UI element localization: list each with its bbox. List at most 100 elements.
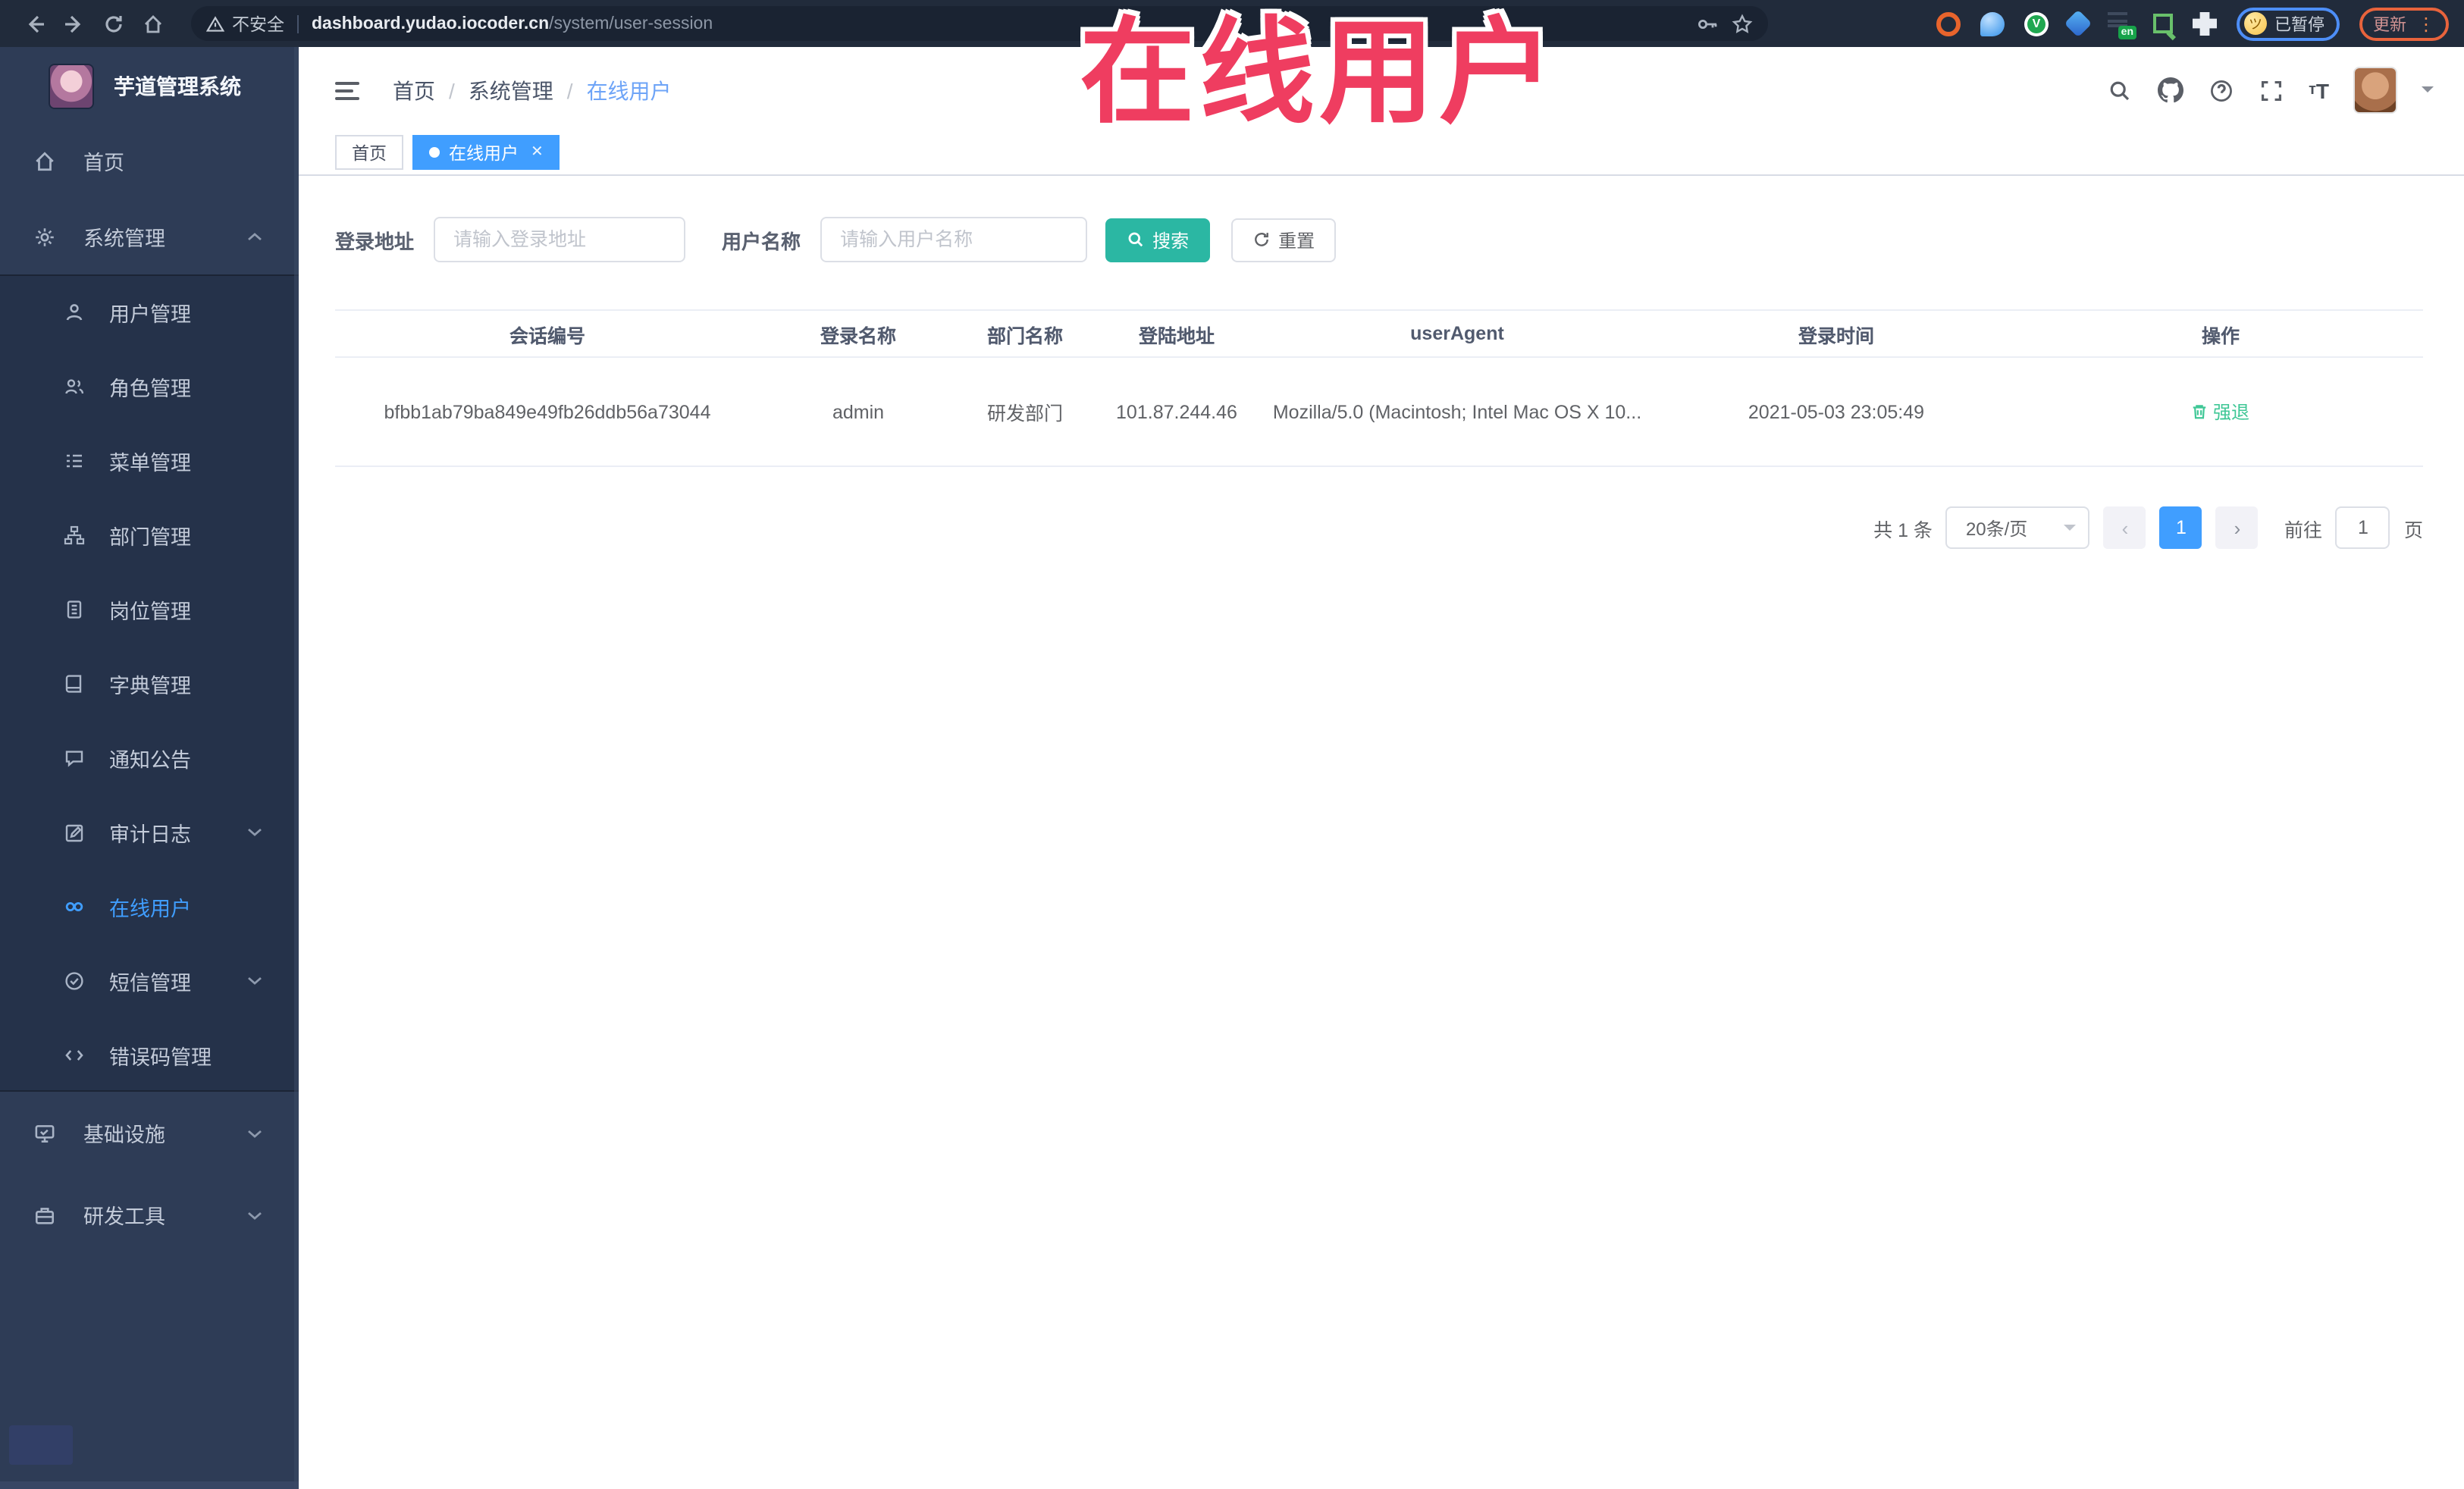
security-label[interactable]: 不安全 (232, 11, 284, 36)
col-login-name: 登录名称 (760, 309, 957, 358)
search-icon[interactable] (2107, 78, 2131, 102)
login-address-label: 登录地址 (335, 230, 415, 252)
fullscreen-icon[interactable] (2259, 78, 2283, 102)
sidebar-item-label: 字典管理 (109, 674, 191, 697)
users-icon (62, 375, 85, 397)
sidebar-item-online-users[interactable]: 在线用户 (0, 869, 299, 943)
sidebar-group-infrastructure[interactable]: 基础设施 (0, 1092, 299, 1174)
github-icon[interactable] (2157, 77, 2183, 103)
current-page-button[interactable]: 1 (2159, 506, 2202, 549)
sidebar-item-label: 首页 (83, 152, 124, 174)
goto-page-input[interactable] (2335, 506, 2390, 549)
cell-login-time: 2021-05-03 23:05:49 (1654, 357, 2018, 467)
force-logout-button[interactable]: 强退 (2192, 399, 2249, 425)
breadcrumb-system[interactable]: 系统管理 (469, 75, 553, 105)
breadcrumb-home[interactable]: 首页 (393, 75, 435, 105)
cell-user-agent: Mozilla/5.0 (Macintosh; Intel Mac OS X 1… (1260, 357, 1654, 467)
font-size-icon[interactable]: тT (2309, 78, 2329, 102)
bookmark-star-icon[interactable] (1732, 13, 1753, 34)
total-count: 共 1 条 (1873, 519, 1933, 541)
sidebar-item-post-management[interactable]: 岗位管理 (0, 572, 299, 646)
extension-translate-icon[interactable]: en (2108, 11, 2136, 39)
sidebar-item-label: 用户管理 (109, 303, 191, 325)
sidebar-group-label: 系统管理 (83, 227, 165, 250)
reset-button[interactable]: 重置 (1231, 218, 1337, 262)
breadcrumb: 首页 / 系统管理 / 在线用户 (393, 75, 672, 105)
extensions-puzzle-icon[interactable] (2193, 11, 2217, 36)
url-path: /system/user-session (549, 14, 713, 33)
next-page-button[interactable]: › (2215, 506, 2259, 549)
user-avatar[interactable] (2355, 68, 2396, 112)
kebab-menu-icon[interactable]: ⋮ (2417, 14, 2435, 33)
page-size-select[interactable]: 20条/页 (1945, 506, 2090, 549)
table-header-row: 会话编号 登录名称 部门名称 登陆地址 userAgent 登录时间 操作 (335, 309, 2423, 358)
sidebar-item-label: 错误码管理 (109, 1045, 212, 1068)
home-icon[interactable] (133, 4, 173, 43)
sidebar-item-notice-announcement[interactable]: 通知公告 (0, 720, 299, 795)
emoji-avatar-icon: ツ (2244, 12, 2267, 35)
extension-v-icon[interactable]: V (2024, 11, 2049, 36)
sidebar-item-label: 在线用户 (109, 897, 191, 920)
username-label: 用户名称 (722, 230, 801, 252)
online-users-icon (62, 895, 85, 917)
pagination: 共 1 条 20条/页 ‹ 1 › 前往 页 (335, 506, 2423, 549)
reset-button-label: 重置 (1278, 230, 1315, 251)
close-icon[interactable]: ✕ (531, 144, 544, 161)
search-icon (1128, 232, 1143, 247)
sidebar-group-label: 基础设施 (83, 1124, 165, 1146)
sidebar-item-sms-management[interactable]: 短信管理 (0, 943, 299, 1017)
forward-icon[interactable] (55, 4, 94, 43)
cell-session-id: bfbb1ab79ba849e49fb26ddb56a73044 (335, 357, 760, 467)
monitor-icon (33, 1121, 56, 1144)
extension-ring-icon[interactable] (1936, 11, 1961, 36)
reload-icon[interactable] (94, 4, 133, 43)
sidebar-item-menu-management[interactable]: 菜单管理 (0, 423, 299, 497)
sidebar-item-home[interactable]: 首页 (0, 123, 299, 199)
extension-magnifier-icon[interactable] (2153, 14, 2173, 33)
sidebar-item-label: 菜单管理 (109, 451, 191, 474)
browser-update-button[interactable]: 更新 ⋮ (2359, 7, 2449, 40)
sidebar-group-system-management[interactable]: 系统管理 (0, 199, 299, 274)
sidebar-item-user-management[interactable]: 用户管理 (0, 274, 299, 349)
password-key-icon[interactable] (1697, 13, 1718, 34)
sidebar-item-role-management[interactable]: 角色管理 (0, 349, 299, 423)
chevron-down-icon (2064, 525, 2077, 537)
tab-online-users[interactable]: 在线用户 ✕ (412, 135, 560, 170)
col-session-id: 会话编号 (335, 309, 760, 358)
chevron-down-icon (247, 826, 262, 837)
home-icon (33, 149, 56, 172)
paused-profile-chip[interactable]: ツ 已暂停 (2237, 7, 2340, 40)
sidebar-item-error-code-management[interactable]: 错误码管理 (0, 1017, 299, 1092)
comment-icon (62, 747, 85, 768)
col-actions: 操作 (2018, 309, 2423, 358)
paused-label: 已暂停 (2274, 16, 2324, 34)
sidebar-group-label: 研发工具 (83, 1205, 165, 1228)
app-logo-row[interactable]: 芋道管理系统 (0, 47, 299, 123)
sidebar-item-label: 角色管理 (109, 377, 191, 400)
chevron-down-icon (247, 975, 262, 986)
org-tree-icon (62, 524, 85, 545)
collapse-sidebar-icon[interactable] (335, 81, 359, 99)
update-label: 更新 (2373, 16, 2406, 34)
extension-drop-icon[interactable] (1980, 11, 2005, 36)
chevron-down-icon (247, 1209, 262, 1220)
divider (296, 14, 298, 33)
list-icon (62, 450, 85, 471)
login-address-input[interactable] (434, 217, 686, 262)
sidebar-group-dev-tools[interactable]: 研发工具 (0, 1174, 299, 1255)
force-logout-label: 强退 (2212, 402, 2249, 423)
edit-note-icon (62, 821, 85, 842)
browser-extensions: V en ツ 已暂停 更新 ⋮ (1936, 7, 2449, 40)
sidebar-item-audit-log[interactable]: 审计日志 (0, 795, 299, 869)
extension-gem-icon[interactable] (2064, 9, 2093, 38)
back-icon[interactable] (15, 4, 55, 43)
username-input[interactable] (820, 217, 1088, 262)
tab-home[interactable]: 首页 (335, 135, 403, 170)
avatar-caret-down-icon[interactable] (2422, 86, 2434, 99)
sidebar-item-dept-management[interactable]: 部门管理 (0, 497, 299, 572)
prev-page-button[interactable]: ‹ (2103, 506, 2146, 549)
help-icon[interactable] (2209, 78, 2233, 102)
translate-en-badge: en (2118, 25, 2136, 39)
search-button[interactable]: 搜索 (1105, 218, 1211, 262)
sidebar-item-dict-management[interactable]: 字典管理 (0, 646, 299, 720)
